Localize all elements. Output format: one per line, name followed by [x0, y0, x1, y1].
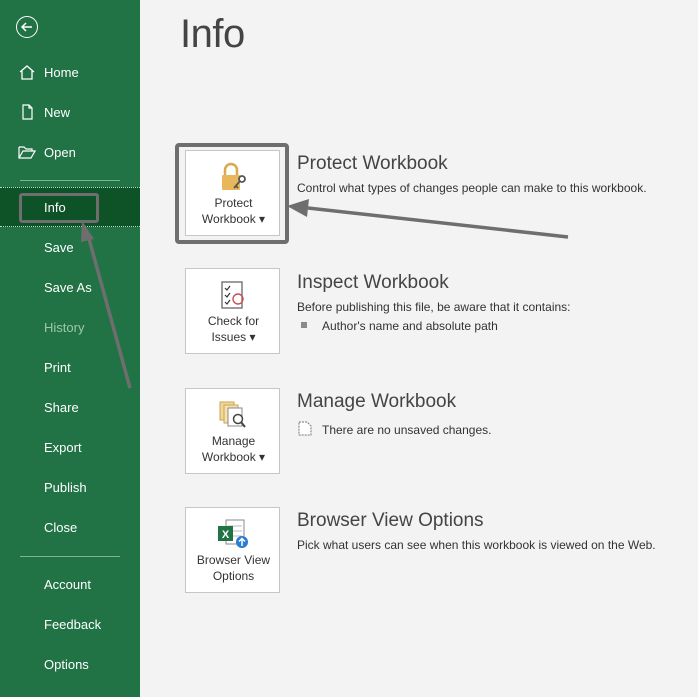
- annotation-arrowhead: [287, 199, 309, 217]
- section-description: Before publishing this file, be aware th…: [297, 300, 571, 314]
- document-icon: [298, 421, 312, 436]
- sidebar-item-history: History: [0, 307, 140, 347]
- sidebar-item-label: Save: [44, 239, 74, 255]
- section-description: There are no unsaved changes.: [322, 423, 492, 437]
- page-title: Info: [180, 12, 245, 56]
- sidebar-item-open[interactable]: Open: [0, 132, 140, 172]
- section-title: Inspect Workbook: [297, 272, 449, 293]
- manage-documents-icon: [219, 401, 246, 428]
- check-for-issues-button[interactable]: Check for Issues ▾: [185, 268, 280, 354]
- new-document-icon: [22, 104, 33, 120]
- manage-workbook-button[interactable]: Manage Workbook ▾: [185, 388, 280, 474]
- sidebar-item-publish[interactable]: Publish: [0, 467, 140, 507]
- backstage-sidebar: Home New Open Info Save Save As History …: [0, 0, 140, 697]
- sidebar-item-label: Feedback: [44, 616, 102, 632]
- sidebar-item-label: Home: [44, 64, 79, 80]
- sidebar-item-label: Open: [44, 144, 76, 160]
- sidebar-item-label: Close: [44, 519, 78, 535]
- section-description: Pick what users can see when this workbo…: [297, 538, 656, 552]
- section-title: Browser View Options: [297, 510, 484, 531]
- sidebar-item-save[interactable]: Save: [0, 227, 140, 267]
- sidebar-item-new[interactable]: New: [0, 92, 140, 132]
- sidebar-item-share[interactable]: Share: [0, 387, 140, 427]
- section-title: Manage Workbook: [297, 391, 457, 412]
- tile-label: Browser View Options: [196, 553, 271, 583]
- excel-web-icon: X: [218, 519, 248, 548]
- sidebar-item-close[interactable]: Close: [0, 507, 140, 547]
- annotation-highlight-box: [19, 193, 99, 223]
- annotation-arrow-line: [307, 206, 569, 239]
- sidebar-item-label: Save As: [44, 279, 92, 295]
- tile-label: Manage Workbook ▾: [201, 434, 266, 464]
- svg-text:X: X: [222, 529, 230, 541]
- sidebar-item-print[interactable]: Print: [0, 347, 140, 387]
- sidebar-divider: [20, 180, 120, 181]
- sidebar-item-label: Publish: [44, 479, 87, 495]
- bullet-icon: [301, 322, 307, 328]
- bullet-item: Author's name and absolute path: [322, 319, 498, 333]
- open-folder-icon: [18, 146, 36, 159]
- sidebar-divider: [20, 556, 120, 557]
- sidebar-item-options[interactable]: Options: [0, 644, 140, 684]
- sidebar-item-feedback[interactable]: Feedback: [0, 604, 140, 644]
- sidebar-item-label: Share: [44, 399, 79, 415]
- annotation-highlight-box: [175, 143, 289, 244]
- sidebar-item-label: History: [44, 319, 85, 335]
- sidebar-item-save-as[interactable]: Save As: [0, 267, 140, 307]
- sidebar-item-label: Print: [44, 359, 71, 375]
- browser-view-options-button[interactable]: X Browser View Options: [185, 507, 280, 593]
- home-icon: [19, 65, 35, 80]
- back-arrow-icon[interactable]: [16, 16, 38, 38]
- section-description: Control what types of changes people can…: [297, 181, 647, 195]
- sidebar-item-label: New: [44, 104, 71, 120]
- section-title: Protect Workbook: [297, 153, 448, 174]
- tile-label: Check for Issues ▾: [207, 314, 260, 344]
- sidebar-item-home[interactable]: Home: [0, 52, 140, 92]
- sidebar-item-account[interactable]: Account: [0, 564, 140, 604]
- checklist-icon: [221, 281, 244, 309]
- sidebar-item-label: Options: [44, 656, 89, 672]
- sidebar-item-export[interactable]: Export: [0, 427, 140, 467]
- sidebar-item-label: Export: [44, 439, 82, 455]
- sidebar-item-label: Account: [44, 576, 91, 592]
